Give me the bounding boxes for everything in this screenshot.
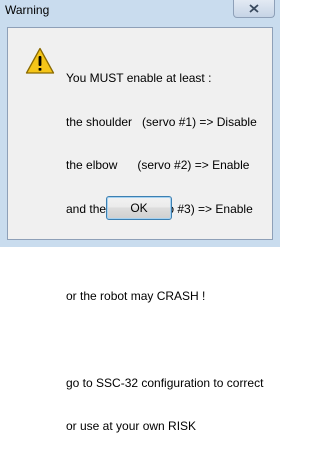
close-icon <box>249 4 259 13</box>
message-line: You MUST enable at least : <box>66 71 212 85</box>
title-bar[interactable]: Warning <box>0 0 280 22</box>
message-line: go to SSC-32 configuration to correct <box>66 375 264 390</box>
message-line: or the robot may CRASH ! <box>66 288 206 303</box>
dialog-body: You MUST enable at least : the shoulder … <box>7 27 273 433</box>
close-button[interactable] <box>233 0 275 18</box>
warning-dialog: Warning You MUST enable at least : the s… <box>0 0 280 433</box>
message-line <box>66 245 263 260</box>
message-line: the elbow (servo #2) => Enable <box>66 158 250 172</box>
warning-icon <box>25 47 55 74</box>
window-title: Warning <box>5 3 50 17</box>
warning-message: You MUST enable at least : the shoulder … <box>66 42 263 463</box>
ok-button[interactable]: OK <box>106 196 172 220</box>
message-line: or use at your own RISK <box>66 419 197 433</box>
message-line: the shoulder (servo #1) => Disable <box>66 114 257 129</box>
message-line <box>66 332 263 347</box>
